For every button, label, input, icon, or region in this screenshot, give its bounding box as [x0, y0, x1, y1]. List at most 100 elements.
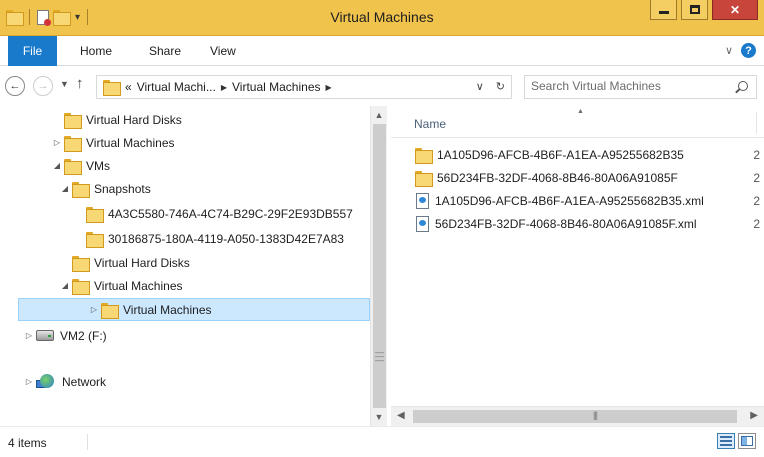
search-input[interactable]	[531, 79, 721, 93]
folder-icon	[64, 135, 82, 152]
tree-item-label: Virtual Hard Disks	[94, 255, 190, 270]
expander-icon[interactable]: ▷	[24, 331, 34, 340]
file-row[interactable]: 1A105D96-AFCB-4B6F-A1EA-A95255682B35 2	[391, 144, 764, 166]
column-header[interactable]: ▲ Name	[391, 106, 764, 138]
tree-item-label: Virtual Machines	[123, 302, 212, 317]
truncated-column: 2	[753, 171, 760, 185]
tree-item-selected[interactable]: ▷ Virtual Machines	[18, 298, 370, 321]
tree-item[interactable]: ▷ Virtual Machines	[0, 131, 370, 154]
folder-icon	[415, 148, 433, 164]
scroll-left-icon[interactable]: ◀	[397, 410, 405, 421]
navigation-pane: Virtual Hard Disks ▷ Virtual Machines ◢ …	[0, 106, 386, 426]
file-name: 56D234FB-32DF-4068-8B46-80A06A91085F	[437, 171, 678, 185]
sort-ascending-icon: ▲	[577, 108, 584, 115]
drive-icon	[36, 330, 54, 341]
scroll-grip-icon: — — —	[375, 347, 384, 365]
tree-item[interactable]: ▷ VM2 (F:)	[0, 324, 370, 347]
tab-file[interactable]: File	[8, 36, 57, 66]
folder-icon	[101, 302, 119, 319]
address-bar[interactable]: « Virtual Machi... ▶ Virtual Machines ▶ …	[96, 75, 512, 99]
folder-icon	[415, 171, 433, 187]
tree-item-label: Snapshots	[94, 181, 151, 196]
close-icon: ✕	[729, 2, 741, 17]
expander-icon[interactable]: ▷	[24, 377, 34, 386]
tab-home[interactable]: Home	[80, 44, 112, 58]
search-box[interactable]	[524, 75, 757, 99]
expander-icon[interactable]: ◢	[52, 161, 62, 170]
folder-icon	[64, 112, 82, 129]
search-icon[interactable]	[738, 81, 748, 91]
minimize-button[interactable]	[650, 0, 677, 20]
scroll-grip-icon: |||	[593, 410, 598, 420]
file-name: 56D234FB-32DF-4068-8B46-80A06A91085F.xml	[435, 217, 697, 231]
truncated-column: 2	[753, 148, 760, 162]
tree-item[interactable]: ◢ VMs	[0, 154, 370, 177]
chevron-right-icon[interactable]: ▶	[326, 83, 332, 92]
navigation-bar: ← → ▼ ↑ « Virtual Machi... ▶ Virtual Mac…	[0, 66, 764, 106]
view-buttons	[717, 433, 756, 449]
network-icon	[36, 373, 56, 390]
tab-view[interactable]: View	[210, 44, 236, 58]
tree-item[interactable]: ◢ Virtual Machines	[0, 274, 370, 297]
details-view-button[interactable]	[717, 433, 735, 449]
file-row[interactable]: 56D234FB-32DF-4068-8B46-80A06A91085F 2	[391, 167, 764, 189]
nav-pane-scrollbar[interactable]: ▲ — — — ▼	[370, 106, 387, 426]
breadcrumb-item[interactable]: Virtual Machi...	[137, 80, 216, 94]
scroll-thumb[interactable]: |||	[413, 410, 737, 423]
separator	[87, 434, 88, 450]
maximize-button[interactable]	[681, 0, 708, 20]
folder-icon	[72, 278, 90, 295]
file-row[interactable]: 1A105D96-AFCB-4B6F-A1EA-A95255682B35.xml…	[391, 190, 764, 212]
expander-icon[interactable]: ◢	[60, 281, 70, 290]
file-list: ▲ Name 1A105D96-AFCB-4B6F-A1EA-A95255682…	[391, 106, 764, 406]
expand-ribbon-icon[interactable]: ∨	[725, 44, 733, 57]
refresh-icon[interactable]: ↻	[496, 80, 505, 93]
tab-share[interactable]: Share	[149, 44, 181, 58]
window-controls: ✕	[650, 0, 758, 20]
expander-icon[interactable]: ▷	[89, 305, 99, 314]
forward-button[interactable]: →	[33, 76, 53, 96]
folder-icon	[86, 231, 104, 248]
tree-item-label: VMs	[86, 158, 110, 173]
back-button[interactable]: ←	[5, 76, 25, 96]
tree-item[interactable]: Virtual Hard Disks	[0, 108, 370, 131]
folder-icon	[72, 181, 90, 198]
up-button[interactable]: ↑	[76, 75, 84, 92]
file-list-scrollbar[interactable]: ◀ ||| ▶	[391, 406, 764, 426]
tree-item[interactable]: ◢ Snapshots	[0, 177, 370, 200]
expander-icon[interactable]: ◢	[60, 184, 70, 193]
scroll-up-icon[interactable]: ▲	[371, 110, 387, 120]
tree-item-label: Virtual Hard Disks	[86, 112, 182, 127]
expander-icon[interactable]: ▷	[52, 138, 62, 147]
tree-item[interactable]: ▷ Network	[0, 370, 370, 393]
minimize-icon	[658, 10, 669, 14]
help-icon[interactable]: ?	[741, 43, 756, 58]
breadcrumb-item[interactable]: Virtual Machines	[232, 80, 321, 94]
recent-locations-button[interactable]: ▼	[60, 79, 69, 89]
folder-icon	[86, 206, 104, 223]
item-count: 4 items	[8, 436, 47, 450]
tree-item[interactable]: Virtual Hard Disks	[0, 251, 370, 274]
xml-file-icon	[416, 216, 429, 232]
tree-item-label: Virtual Machines	[86, 135, 175, 150]
file-row[interactable]: 56D234FB-32DF-4068-8B46-80A06A91085F.xml…	[391, 213, 764, 235]
tree-item[interactable]: 30186875-180A-4119-A050-1383D42E7A83	[0, 227, 370, 250]
details-view-icon	[720, 436, 732, 446]
breadcrumb-overflow[interactable]: «	[125, 80, 132, 94]
column-divider[interactable]	[756, 112, 757, 134]
scroll-down-icon[interactable]: ▼	[371, 412, 387, 422]
scroll-right-icon[interactable]: ▶	[750, 410, 758, 421]
title-bar: ▾ Virtual Machines ✕	[0, 0, 764, 36]
column-name[interactable]: Name	[414, 117, 446, 131]
address-tools: ∨ ↻	[476, 80, 505, 93]
tree-item[interactable]: 4A3C5580-746A-4C74-B29C-29F2E93DB557	[0, 202, 370, 225]
chevron-right-icon[interactable]: ▶	[221, 83, 227, 92]
tree-item-label: VM2 (F:)	[60, 328, 107, 343]
arrow-left-icon: ←	[9, 80, 21, 92]
large-icons-view-button[interactable]	[738, 433, 756, 449]
folder-icon	[103, 80, 121, 96]
scroll-thumb[interactable]	[373, 124, 386, 408]
close-button[interactable]: ✕	[712, 0, 758, 20]
ribbon: File Home Share View ∨ ?	[0, 36, 764, 66]
address-dropdown-icon[interactable]: ∨	[476, 80, 484, 93]
